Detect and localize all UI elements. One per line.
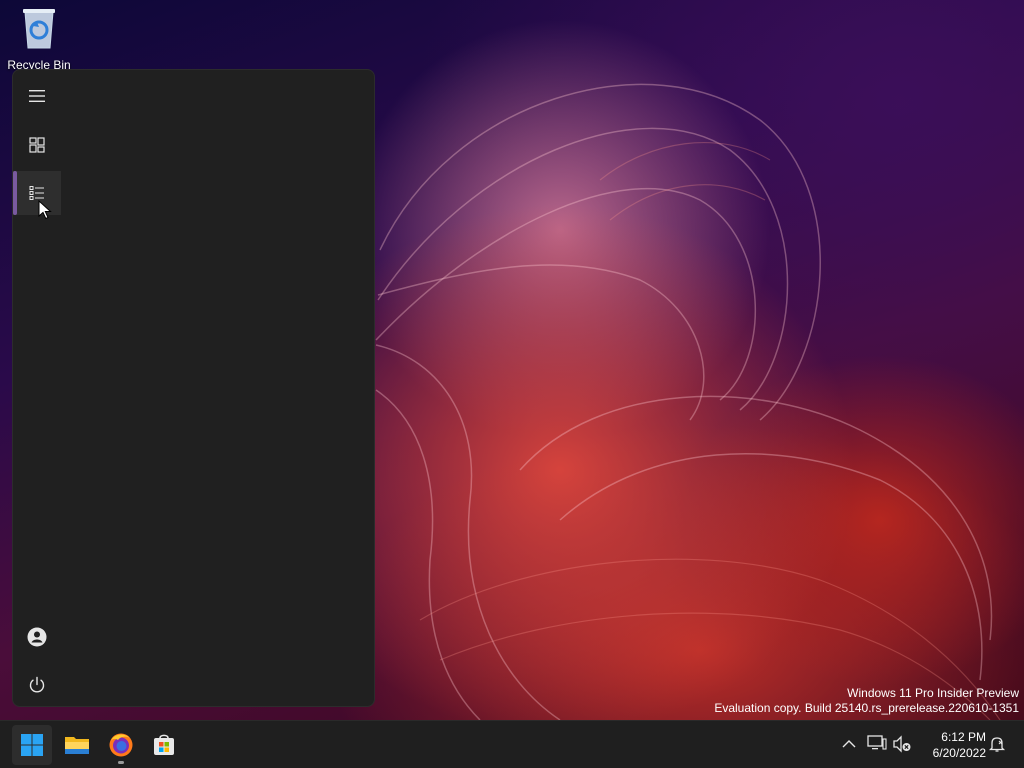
notification-center-button[interactable] [986,733,1008,755]
list-view-icon [29,186,44,200]
firefox-icon [109,733,133,757]
start-menu [12,69,375,707]
power-icon [29,676,45,693]
mouse-cursor [38,200,52,220]
windows-start-icon [21,734,43,756]
notification-icon [988,737,1006,752]
chevron-up-icon [842,740,856,748]
all-apps-list-button[interactable] [13,171,61,215]
watermark-line-2: Evaluation copy. Build 25140.rs_prerelea… [714,701,1019,715]
network-icon [867,735,887,750]
user-account-button[interactable] [13,615,61,659]
start-menu-rail [13,70,61,706]
running-indicator [118,761,124,764]
clock-time: 6:12 PM [941,730,986,744]
network-status-button[interactable] [866,733,888,755]
firefox-button[interactable] [101,725,141,765]
start-button[interactable] [12,725,52,765]
grid-tiles-icon [29,137,45,153]
evaluation-watermark: Windows 11 Pro Insider Preview Evaluatio… [714,686,1019,716]
hamburger-menu-icon [29,90,45,102]
show-hidden-icons-button[interactable] [838,733,860,755]
file-explorer-button[interactable] [57,725,97,765]
watermark-line-1: Windows 11 Pro Insider Preview [847,686,1019,700]
user-account-icon [27,627,47,647]
pinned-tiles-button[interactable] [13,123,61,167]
recycle-bin-icon [19,6,59,50]
clock-date: 6/20/2022 [932,746,986,760]
volume-muted-icon [893,735,911,753]
file-explorer-icon [65,737,89,754]
taskbar: 6:12 PM 6/20/2022 [0,720,1024,768]
recycle-bin-desktop-icon[interactable]: Recycle Bin [4,6,74,72]
power-button[interactable] [13,663,61,706]
system-clock[interactable]: 6:12 PM 6/20/2022 [920,729,986,761]
hamburger-menu-button[interactable] [13,74,61,118]
microsoft-store-icon [154,734,174,755]
microsoft-store-button[interactable] [144,725,184,765]
volume-button[interactable] [891,733,913,755]
